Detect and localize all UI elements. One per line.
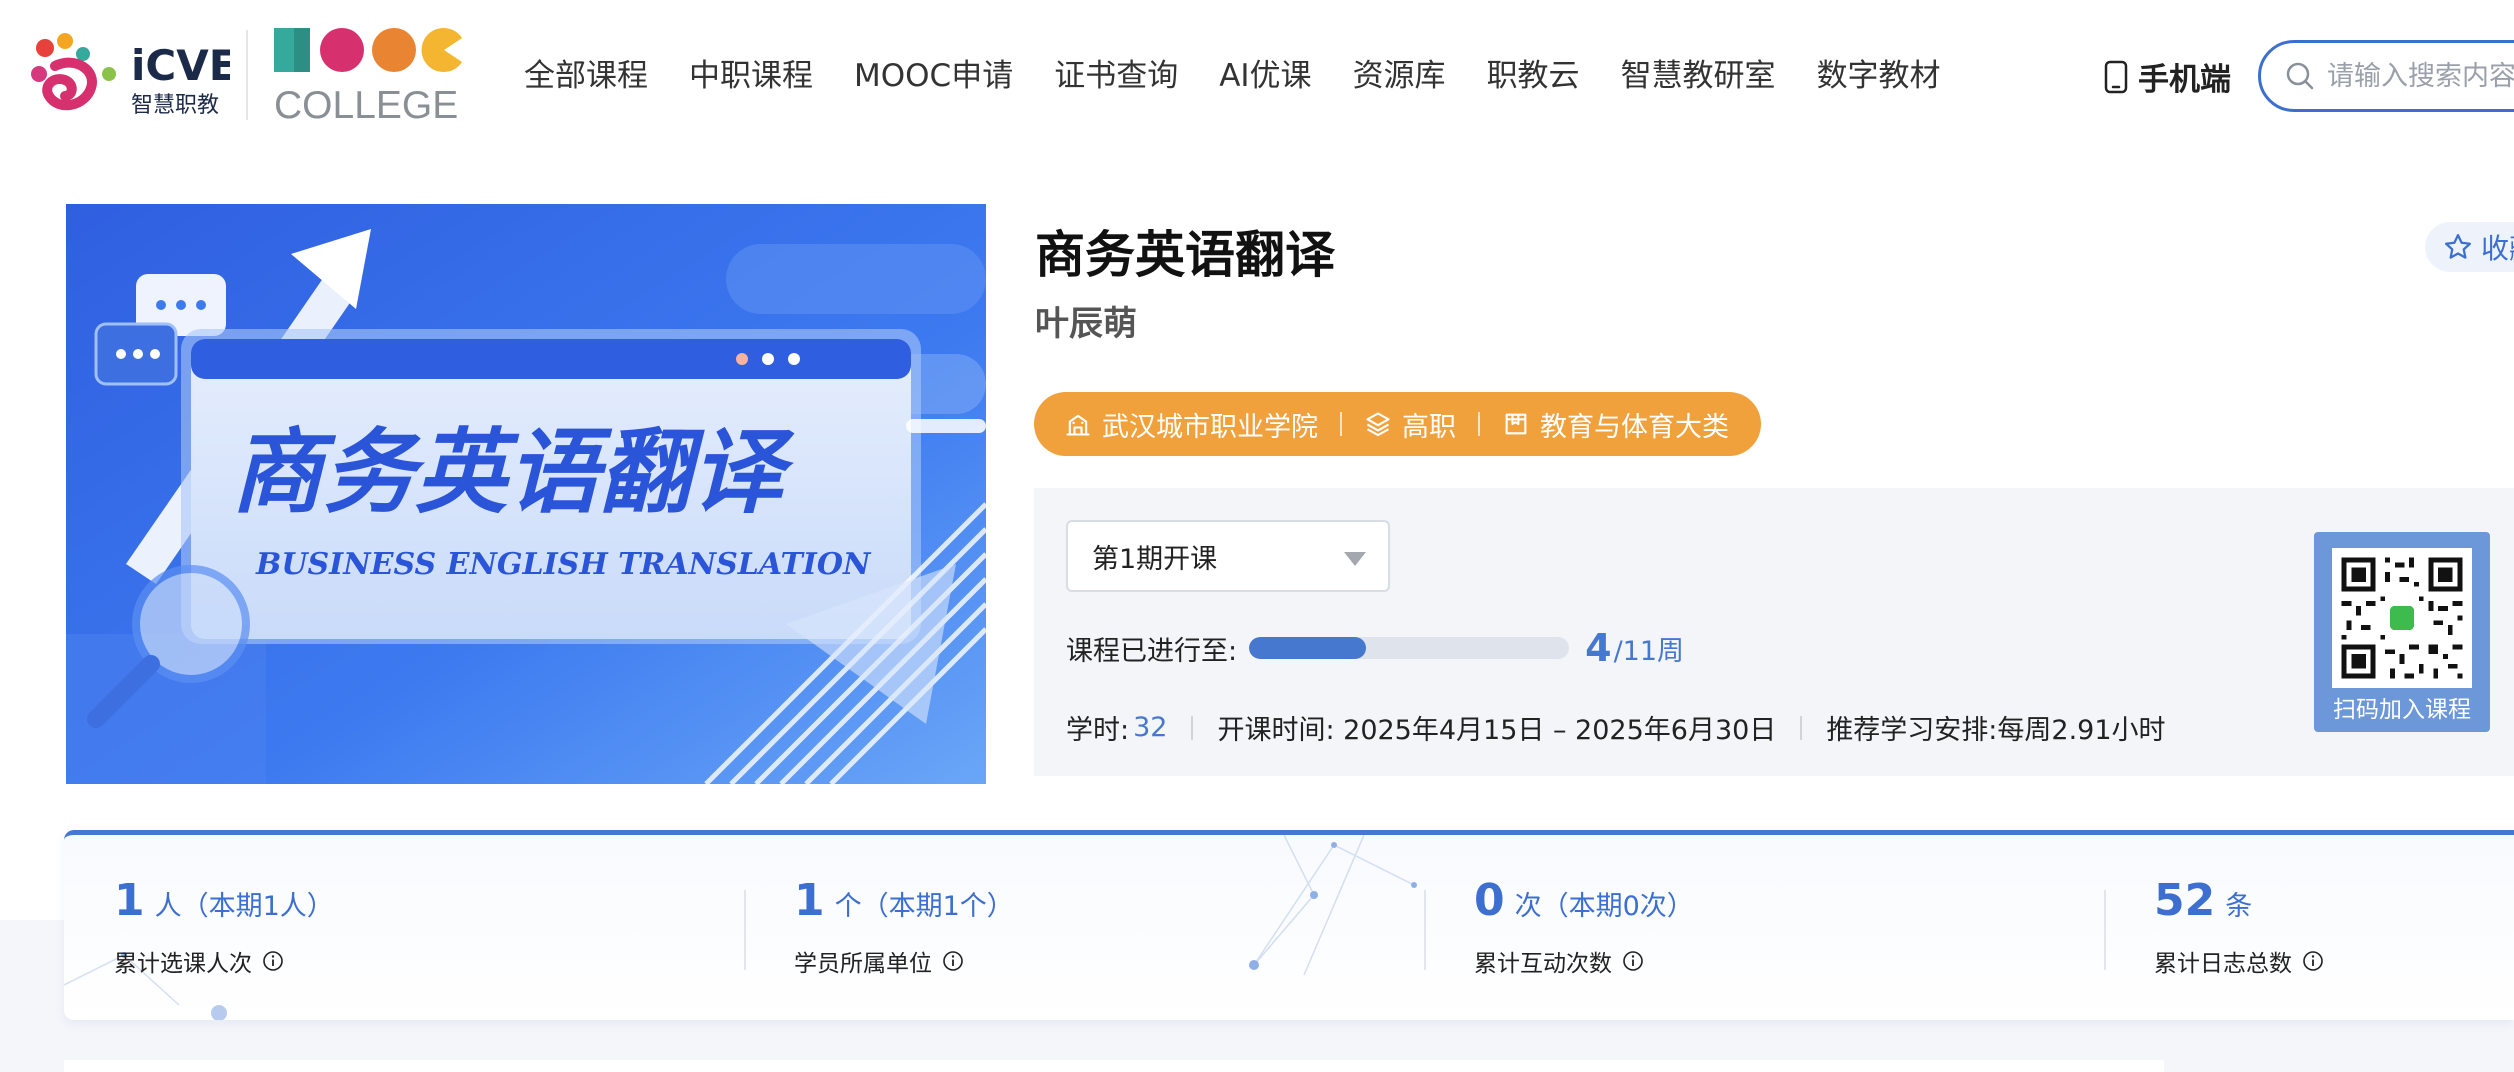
college-logo-text: COLLEGE <box>274 84 458 124</box>
star-icon <box>2445 234 2471 259</box>
course-date-range: 开课时间: 2025年4月15日 – 2025年6月30日 <box>1217 715 1777 746</box>
icve-logo[interactable]: iCVE 智慧职教 <box>25 30 237 122</box>
hours-label: 学时: <box>1066 715 1130 746</box>
stat-label: 累计日志总数 <box>2154 951 2292 977</box>
progress-total-weeks: /11周 <box>1613 635 1685 667</box>
recommended-schedule: 推荐学习安排:每周2.91小时 <box>1826 715 2166 746</box>
mobile-phone-icon <box>2104 60 2128 93</box>
nav-secondary-courses[interactable]: 中职课程 <box>689 52 813 100</box>
stat-divider <box>2104 890 2106 970</box>
meta-divider <box>1191 715 1194 740</box>
stat-logs: 52 条 累计日志总数 <box>2154 875 2324 978</box>
stat-label: 累计选课人次 <box>114 951 252 977</box>
stat-divider <box>1424 890 1426 970</box>
layers-icon <box>1366 412 1390 437</box>
top-navbar: iCVE 智慧职教 COLLEGE 全部课程 中职课程 MOOC申请 证书查询 … <box>0 0 2514 155</box>
stat-unit: 条 <box>2225 891 2253 922</box>
nav-smart-research-room[interactable]: 智慧教研室 <box>1621 52 1776 100</box>
qr-code-image <box>2332 548 2472 688</box>
course-progress: 课程已进行至: 4 /11周 <box>1066 626 1684 670</box>
course-stats-bar: 1 人（本期1人） 累计选课人次 1 个（本期1个） 学员所属单位 0 次（本期… <box>64 830 2514 1020</box>
stat-value: 52 <box>2154 875 2216 926</box>
cover-title-en: BUSINESS ENGLISH TRANSLATION <box>255 547 872 582</box>
search-input[interactable] <box>2327 60 2514 92</box>
collect-label: 收藏 <box>2481 232 2514 265</box>
info-icon[interactable] <box>262 950 284 972</box>
icve-logo-text: iCVE <box>131 41 230 90</box>
stat-label: 累计互动次数 <box>1474 951 1612 977</box>
stat-enrollments: 1 人（本期1人） 累计选课人次 <box>114 875 334 978</box>
stats-background-decoration <box>64 835 1417 1020</box>
level-tag: 高职 <box>1364 405 1456 444</box>
collect-button[interactable]: 收藏 <box>2425 222 2514 272</box>
info-icon[interactable] <box>942 950 964 972</box>
stat-divider <box>744 890 746 970</box>
mobile-app-label: 手机端 <box>2138 62 2231 98</box>
nav-vocational-cloud[interactable]: 职教云 <box>1487 52 1580 100</box>
school-tag: 武汉城市职业学院 <box>1064 405 1318 444</box>
stat-unit: 人（本期1人） <box>154 891 334 922</box>
stat-value: 0 <box>1474 875 1505 926</box>
term-select-value: 第1期开课 <box>1092 543 1218 575</box>
progress-bar <box>1249 637 1570 659</box>
progress-label: 课程已进行至: <box>1066 635 1238 667</box>
school-name: 武汉城市职业学院 <box>1102 411 1318 443</box>
content-section-top <box>64 1060 2164 1072</box>
stat-unit: 次（本期0次） <box>1514 891 1694 922</box>
course-tags: 武汉城市职业学院 高职 教育与体育大类 <box>1034 392 1761 456</box>
course-title: 商务英语翻译 <box>1035 226 1335 284</box>
category-name: 教育与体育大类 <box>1540 411 1729 443</box>
info-icon[interactable] <box>1622 950 1644 972</box>
course-info-panel: 第1期开课 课程已进行至: 4 /11周 学时: 32 开课时间: 2025年4… <box>1034 488 2514 776</box>
icve-logo-subtext: 智慧职教 <box>131 93 219 118</box>
main-nav: 全部课程 中职课程 MOOC申请 证书查询 AI优课 资源库 职教云 智慧教研室… <box>524 52 1982 100</box>
mooc-college-logo[interactable]: COLLEGE <box>272 24 472 127</box>
nav-digital-textbooks[interactable]: 数字教材 <box>1817 52 1941 100</box>
stat-label: 学员所属单位 <box>794 951 932 977</box>
meta-divider <box>1800 715 1803 740</box>
info-icon[interactable] <box>2302 950 2324 972</box>
stat-unit: 个（本期1个） <box>834 891 1014 922</box>
cover-title-cn: 商务英语翻译 <box>231 419 795 526</box>
search-box[interactable] <box>2258 40 2514 112</box>
nav-resource-library[interactable]: 资源库 <box>1353 52 1446 100</box>
mobile-app-link[interactable]: 手机端 <box>2104 54 2231 99</box>
term-select[interactable]: 第1期开课 <box>1066 520 1390 592</box>
course-teacher[interactable]: 叶辰萌 <box>1035 296 1137 345</box>
nav-certificate-query[interactable]: 证书查询 <box>1054 52 1178 100</box>
course-meta: 学时: 32 开课时间: 2025年4月15日 – 2025年6月30日 推荐学… <box>1066 708 2166 747</box>
progress-bar-fill <box>1249 637 1366 659</box>
category-tag: 教育与体育大类 <box>1502 405 1729 444</box>
nav-ai-courses[interactable]: AI优课 <box>1219 52 1311 100</box>
nav-all-courses[interactable]: 全部课程 <box>524 52 648 100</box>
level-name: 高职 <box>1402 411 1456 443</box>
qr-join-label: 扫码加入课程 <box>2333 697 2471 723</box>
stat-value: 1 <box>114 875 145 926</box>
course-cover-image: 商务英语翻译 BUSINESS ENGLISH TRANSLATION <box>66 204 986 784</box>
dropdown-caret-icon <box>1344 552 1366 566</box>
nav-mooc-apply[interactable]: MOOC申请 <box>854 52 1013 100</box>
progress-current-week: 4 <box>1585 626 1612 670</box>
stat-interactions: 0 次（本期0次） 累计互动次数 <box>1474 875 1694 978</box>
logo-divider <box>246 30 248 120</box>
building-icon <box>1066 414 1090 436</box>
qr-join-card[interactable]: 扫码加入课程 <box>2314 532 2490 732</box>
tag-divider <box>1478 412 1480 436</box>
stat-value: 1 <box>794 875 825 926</box>
search-icon <box>2286 62 2314 90</box>
stat-organizations: 1 个（本期1个） 学员所属单位 <box>794 875 1014 978</box>
tag-divider <box>1340 412 1342 436</box>
book-icon <box>1505 413 1527 435</box>
hours-value: 32 <box>1133 712 1168 743</box>
